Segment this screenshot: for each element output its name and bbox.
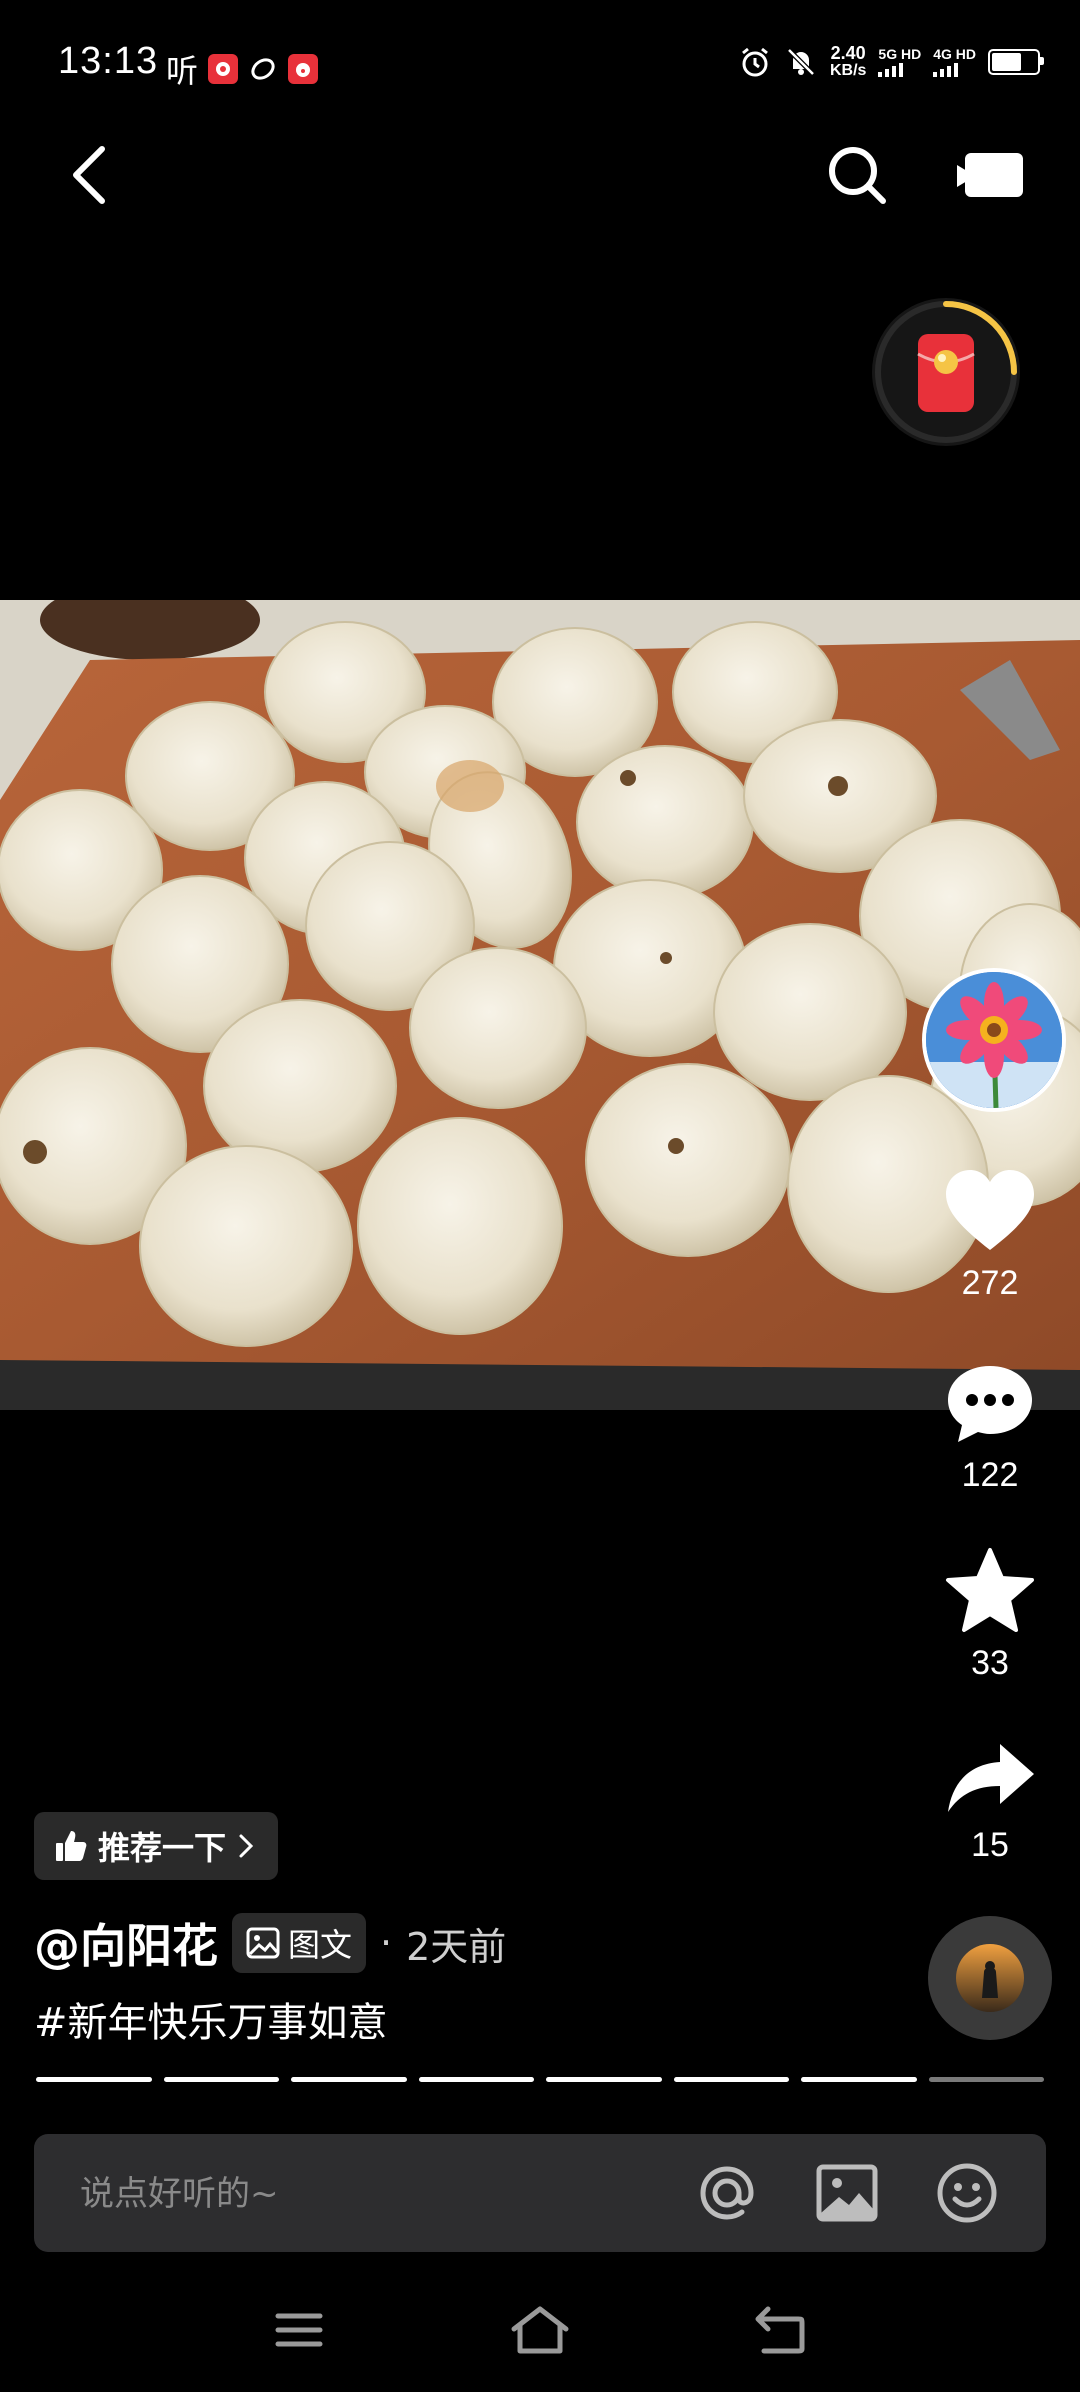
chevron-right-icon [239,1834,254,1858]
red-packet-widget[interactable] [872,298,1020,446]
image-progress [36,2077,1044,2082]
video-camera-icon [957,153,1023,197]
comment-count: 122 [961,1456,1019,1494]
like-count: 272 [961,1264,1019,1302]
music-disc[interactable] [928,1916,1052,2040]
author-avatar[interactable] [922,968,1066,1112]
sim1-signal: 5G HD [878,47,921,77]
status-right: 2.40 KB/s 5G HD 4G HD [738,43,1044,80]
emoji-button[interactable] [932,2158,1002,2228]
mention-button[interactable] [692,2158,762,2228]
progress-segment [928,2077,1044,2082]
thumbs-up-icon [56,1831,87,1861]
comment-action[interactable]: 122 [915,1362,1065,1495]
author-row: @向阳花 图文 · 2天前 [34,1910,506,1976]
back-button[interactable] [58,140,118,210]
like-action[interactable]: 272 [915,1168,1065,1303]
status-bar: 13:13 听 2.40 KB/s 5G HD 4G HD [0,0,1080,130]
search-icon [829,147,886,204]
home-button[interactable] [505,2300,575,2360]
time-separator: · [380,1921,393,1965]
system-nav-bar [0,2290,1080,2370]
comment-bubble-icon [948,1366,1032,1442]
recent-apps-button[interactable] [264,2300,334,2360]
progress-segment [418,2077,534,2082]
recommend-button[interactable]: 推荐一下 [34,1812,279,1880]
mute-bell-icon [787,48,815,76]
share-action[interactable]: 15 [915,1740,1065,1865]
progress-segment [163,2077,279,2082]
comment-bar [34,2134,1046,2254]
favorite-action[interactable]: 33 [915,1546,1065,1683]
post-type-tag: 图文 [232,1913,367,1973]
progress-segment [801,2077,917,2082]
comment-input[interactable] [78,2134,682,2254]
music-cover-icon [956,1944,1024,2012]
heart-icon [946,1170,1034,1250]
star-icon [946,1548,1034,1632]
author-name[interactable]: @向阳花 [34,1910,218,1976]
home-icon [511,2306,569,2354]
progress-segment [36,2077,152,2082]
image-icon [246,1927,280,1959]
image-picker-button[interactable] [812,2158,882,2228]
image-icon [816,2164,878,2222]
sunflower-avatar-icon [926,972,1062,1108]
app-icon-ring [248,54,278,84]
red-packet-icon [875,301,1017,443]
at-sign-icon [700,2166,754,2220]
alarm-icon [742,47,768,77]
app-icon-clown [288,54,319,84]
camera-button[interactable] [950,145,1030,205]
app-icon-red [208,54,239,84]
search-button[interactable] [822,140,892,210]
progress-segment [673,2077,789,2082]
net-speed: 2.40 KB/s [829,43,867,79]
chevron-left-icon [73,146,105,204]
favorite-count: 33 [971,1644,1009,1682]
listen-icon: 听 [166,52,199,90]
progress-segment [291,2077,407,2082]
post-hashtag[interactable]: #新年快乐万事如意 [34,1990,388,2048]
post-time: 2天前 [406,1924,507,1969]
status-app-icons: 听 [166,46,319,92]
smiley-icon [937,2163,997,2223]
return-arrow-icon [755,2306,805,2354]
battery-icon [988,49,1044,75]
share-count: 15 [971,1826,1009,1864]
post-type-label: 图文 [288,1926,353,1964]
menu-icon [275,2313,323,2347]
share-arrow-icon [948,1744,1034,1812]
recommend-label: 推荐一下 [98,1829,227,1867]
progress-segment [546,2077,662,2082]
back-nav-button[interactable] [745,2300,815,2360]
status-time: 13:13 [58,40,159,82]
sim2-signal: 4G HD [933,47,976,77]
